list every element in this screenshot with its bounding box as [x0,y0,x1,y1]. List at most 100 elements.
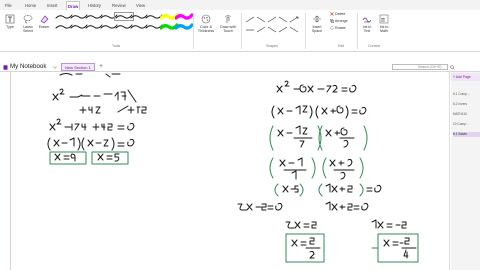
palette-icon [201,14,211,24]
lasso-icon [23,15,33,24]
delete-button[interactable]: Delete [330,12,354,16]
rotate-button[interactable]: Rotate [330,26,354,30]
onenote-window: File Home Insert Draw History Review Vie… [0,0,480,270]
section-tab[interactable]: New Section 1 [61,63,95,71]
ink-stroke [237,202,283,211]
insert-space-button[interactable]: Insert Space [309,14,325,33]
ink-to-text-icon [362,17,372,23]
color-thickness-label: Color & Thickness [197,25,215,33]
shape-line-icon[interactable] [267,16,277,23]
ink-to-text-label: Ink to Text [362,25,372,33]
tab-draw[interactable]: Draw [66,1,81,10]
delete-icon [330,12,334,16]
convert-group-label: Convert [368,44,381,48]
shape-line-icon[interactable] [278,26,288,33]
shape-line-icon[interactable] [245,16,255,23]
type-label: Type [6,25,14,29]
tab-home[interactable]: Home [24,2,37,9]
ink-stroke [79,105,147,114]
type-button[interactable]: Type [3,14,17,29]
ink-stroke [271,105,367,119]
factor-paren [274,183,304,197]
add-page-button[interactable]: + Add Page [451,73,480,81]
page-item[interactable]: MATH110 [453,112,480,117]
eraser-button[interactable]: Eraser [37,14,51,29]
menu-bar: File Home Insert Draw History Review Vie… [0,0,480,10]
search-placeholder: Search (Ctrl+E) [418,65,442,69]
add-section-button[interactable]: + [99,62,103,71]
draw-with-touch-label: Draw with Touch [220,25,236,33]
answer-box [91,151,129,165]
shapes-group-label: Shapes [266,44,278,48]
ink-stroke [371,219,407,229]
ink-stroke [279,157,355,180]
draw-with-touch-button[interactable]: Draw with Touch [218,14,238,33]
ink-stroke [52,88,137,103]
separator [357,13,358,49]
section-tab-label: New Section 1 [65,65,91,70]
page-item-active[interactable]: 6.1 Solvin [453,132,480,137]
edit-group-label: Edit [338,44,345,48]
shape-line-icon[interactable] [289,26,299,33]
page-canvas[interactable] [0,72,450,270]
handwritten-ink [47,73,419,263]
separator [193,13,194,49]
color-thickness-button[interactable]: Color & Thickness [196,14,216,33]
shape-line-icon[interactable] [289,16,299,23]
eraser-icon [40,15,49,24]
shape-line-icon[interactable] [267,26,277,33]
notebook-title[interactable]: My Notebook [10,63,46,71]
ink-stroke [325,201,369,211]
lasso-select-button[interactable]: Lasso Select [20,14,36,33]
separator [305,13,306,49]
page-item[interactable]: 6.2 Invers [453,102,480,107]
pen-swatch[interactable] [175,13,193,20]
ink-stroke [47,137,135,151]
ink-stroke [277,125,355,148]
shape-line-icon[interactable] [278,16,288,23]
tab-review[interactable]: Review [111,2,127,9]
lasso-label: Lasso Select [23,25,33,33]
tab-insert[interactable]: Insert [46,2,58,9]
ink-stroke [54,153,120,162]
ink-stroke [59,73,121,78]
ink-stroke [49,118,135,131]
search-input[interactable]: Search (Ctrl+E) [392,64,448,70]
search-icon[interactable] [450,65,455,70]
notebook-bar: My Notebook New Section 1 + Search (Ctrl… [0,62,480,72]
factor-paren [322,157,364,179]
shape-line-icon[interactable] [256,16,266,23]
ink-stroke [282,183,382,193]
shape-line-icon[interactable] [256,26,266,33]
ink-stroke [291,237,417,259]
ink-to-math-label: Ink to Math [379,25,389,33]
page-item[interactable]: 6.1 Comp... [453,92,480,97]
eraser-label: Eraser [38,25,50,29]
tools-group-label: Tools [112,44,121,48]
tab-file[interactable]: File [4,2,13,9]
ink-to-math-button[interactable]: π Ink to Math [377,14,391,33]
ribbon: Type Lasso Select Eraser Tools Color & Thi… [0,10,480,52]
touch-draw-icon [224,15,232,23]
page-list: + Add Page 6.1 Comp... 6.2 Invers MATH11… [451,72,480,270]
insert-space-label: Insert Space [311,25,323,33]
notebook-icon[interactable] [3,65,8,70]
svg-text:π: π [381,17,385,24]
chevron-down-icon[interactable] [53,66,57,69]
ink-stroke [285,221,317,229]
separator [241,13,242,49]
ink-to-text-button[interactable]: Ink to Text [360,14,374,33]
page-item[interactable]: 10 Comp... [453,122,480,127]
arrange-button[interactable]: Arrange [330,19,354,23]
tab-view[interactable]: View [135,2,146,9]
tab-history[interactable]: History [87,2,102,9]
arrange-label: Arrange [334,19,348,23]
rotate-label: Rotate [335,26,346,30]
shape-line-icon[interactable] [245,26,255,33]
rotate-icon [330,26,334,30]
ink-stroke [276,80,357,93]
pen-swatch[interactable] [175,23,193,30]
arrange-icon [330,19,334,23]
factor-paren [269,157,316,179]
ink-to-math-icon: π [379,14,389,24]
